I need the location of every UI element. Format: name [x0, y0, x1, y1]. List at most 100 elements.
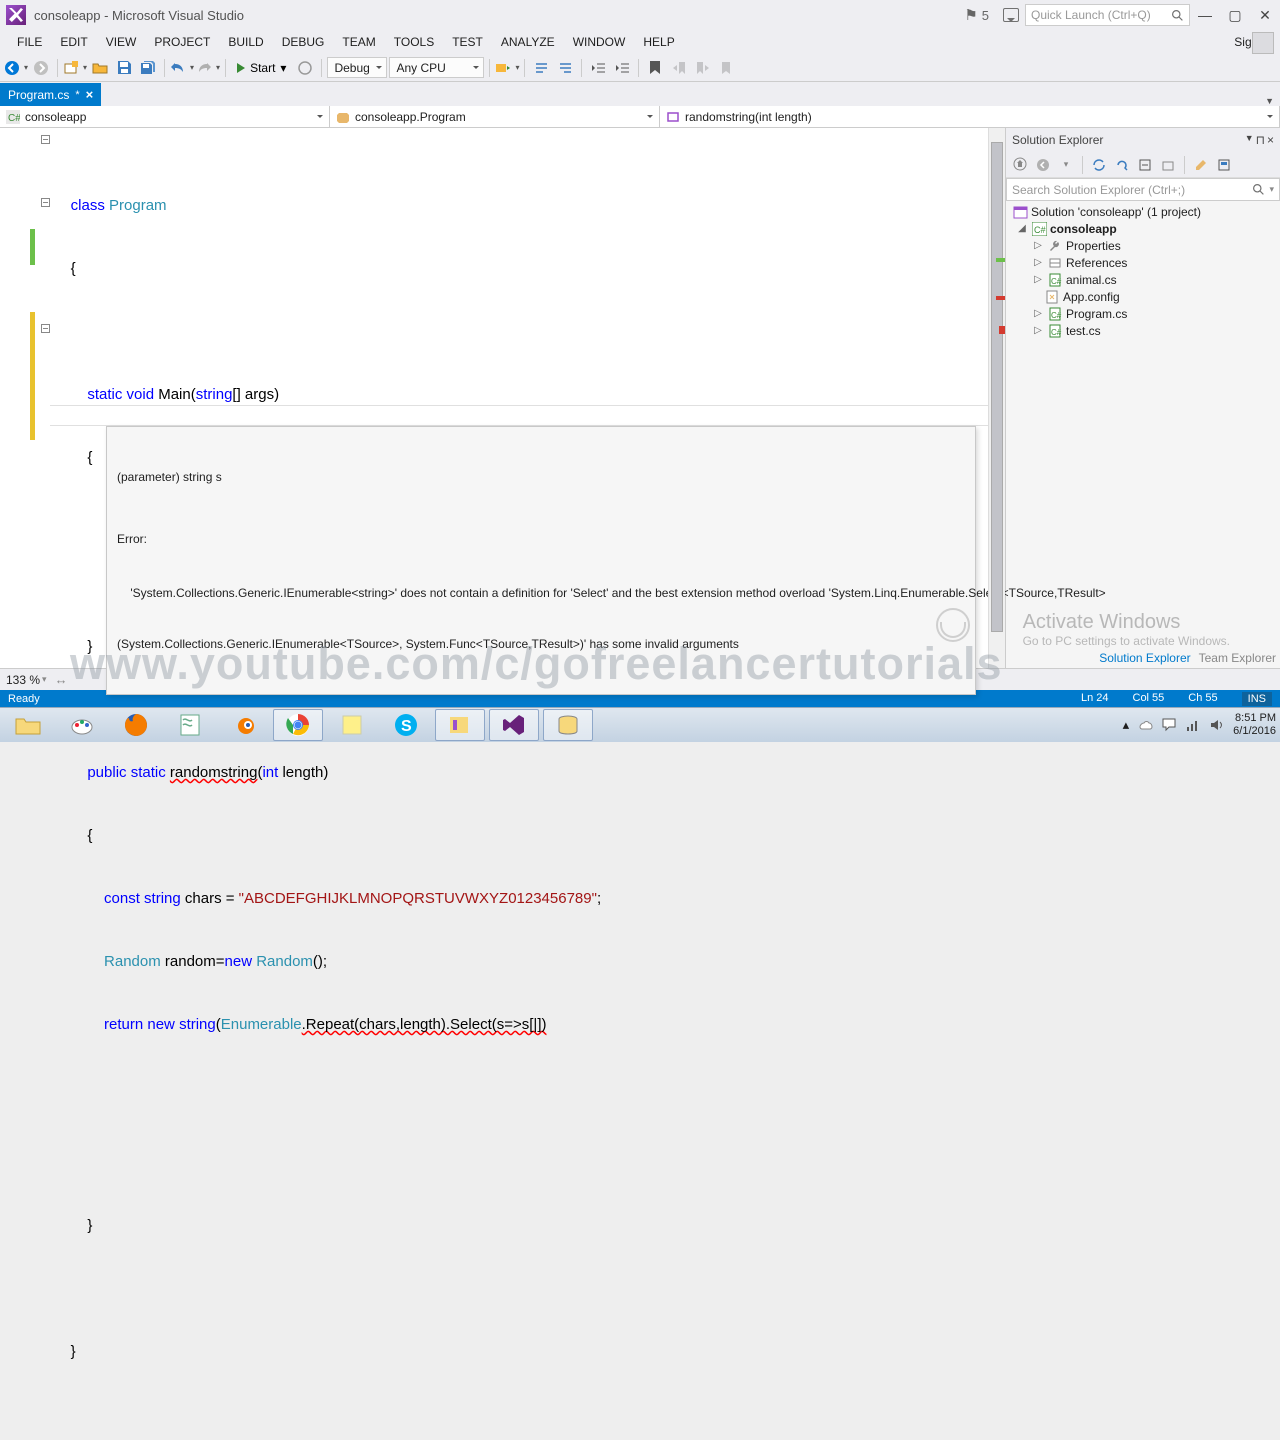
taskbar-explorer[interactable]: [3, 709, 53, 741]
avatar-icon[interactable]: [1252, 32, 1274, 54]
menu-build[interactable]: BUILD: [219, 32, 272, 52]
quick-launch-input[interactable]: Quick Launch (Ctrl+Q): [1025, 4, 1190, 26]
expander-icon[interactable]: ▷: [1032, 240, 1044, 251]
menu-window[interactable]: WINDOW: [564, 32, 635, 52]
expander-icon[interactable]: ▷: [1032, 274, 1044, 285]
solexp-showall-button[interactable]: [1158, 155, 1178, 175]
close-button[interactable]: ✕: [1250, 3, 1280, 27]
bookmark-button[interactable]: [644, 57, 666, 79]
solexp-refresh-button[interactable]: [1112, 155, 1132, 175]
tree-references-node[interactable]: ▷References: [1006, 254, 1280, 271]
menu-team[interactable]: TEAM: [333, 32, 384, 52]
next-bookmark-button[interactable]: [692, 57, 714, 79]
onedrive-icon[interactable]: [1137, 717, 1153, 733]
tree-file-animal[interactable]: ▷C#animal.cs: [1006, 271, 1280, 288]
tree-properties-node[interactable]: ▷Properties: [1006, 237, 1280, 254]
doc-tab-program[interactable]: Program.cs* ×: [0, 83, 101, 106]
notifications-badge[interactable]: ⚑ 5: [956, 6, 997, 24]
expander-icon[interactable]: ▷: [1032, 308, 1044, 319]
nav-type-combo[interactable]: consoleapp.Program: [330, 106, 660, 127]
minimize-button[interactable]: —: [1190, 3, 1220, 27]
tab-overflow-button[interactable]: ▼: [1259, 96, 1280, 106]
panel-pin-icon[interactable]: ⊓: [1256, 133, 1265, 147]
tree-solution-node[interactable]: Solution 'consoleapp' (1 project): [1006, 203, 1280, 220]
increase-indent-button[interactable]: [611, 57, 633, 79]
start-debug-button[interactable]: Start▾: [231, 61, 292, 75]
config-combo[interactable]: Debug: [327, 57, 387, 78]
redo-button[interactable]: ▾: [196, 61, 220, 75]
navigate-back-button[interactable]: ▾: [4, 60, 28, 76]
tab-close-icon[interactable]: ×: [86, 87, 94, 102]
save-all-button[interactable]: [137, 57, 159, 79]
navigate-forward-button[interactable]: [30, 57, 52, 79]
code-surface[interactable]: class Program { static void Main(string[…: [50, 128, 988, 668]
menu-tools[interactable]: TOOLS: [385, 32, 443, 52]
outline-toggle[interactable]: [41, 198, 50, 207]
uncomment-button[interactable]: [554, 57, 576, 79]
tree-file-appconfig[interactable]: App.config: [1006, 288, 1280, 305]
vertical-scrollbar[interactable]: [988, 128, 1005, 668]
platform-combo[interactable]: Any CPU: [389, 57, 484, 78]
action-center-icon[interactable]: [1161, 717, 1177, 733]
new-project-button[interactable]: ▾: [63, 60, 87, 76]
quicklaunch-placeholder: Quick Launch (Ctrl+Q): [1031, 8, 1151, 22]
menu-debug[interactable]: DEBUG: [273, 32, 334, 52]
tray-expand-icon[interactable]: ▴: [1123, 717, 1130, 733]
solexp-collapse-button[interactable]: [1135, 155, 1155, 175]
panel-close-icon[interactable]: ×: [1267, 133, 1274, 147]
status-col: Col 55: [1133, 692, 1165, 706]
menu-project[interactable]: PROJECT: [145, 32, 219, 52]
navigation-bar: C# consoleapp consoleapp.Program randoms…: [0, 106, 1280, 128]
tree-project-node[interactable]: ◢C#consoleapp: [1006, 220, 1280, 237]
solexp-sync-button[interactable]: [1089, 155, 1109, 175]
nav-member-combo[interactable]: randomstring(int length): [660, 106, 1280, 127]
solexp-home-button[interactable]: [1010, 155, 1030, 175]
solexp-tab-team[interactable]: Team Explorer: [1199, 651, 1276, 665]
zoom-control[interactable]: 133 %▾: [6, 673, 47, 687]
menu-help[interactable]: HELP: [634, 32, 683, 52]
tree-file-test[interactable]: ▷C#test.cs: [1006, 322, 1280, 339]
prev-bookmark-button[interactable]: [668, 57, 690, 79]
expander-icon[interactable]: ◢: [1016, 223, 1028, 234]
menu-view[interactable]: VIEW: [97, 32, 146, 52]
expander-icon[interactable]: ▷: [1032, 325, 1044, 336]
undo-button[interactable]: ▾: [170, 61, 194, 75]
panel-dropdown-icon[interactable]: ▼: [1245, 133, 1254, 147]
expander-icon[interactable]: ▷: [1032, 257, 1044, 268]
menu-test[interactable]: TEST: [443, 32, 492, 52]
browser-select-button[interactable]: [294, 57, 316, 79]
tree-file-program[interactable]: ▷C#Program.cs: [1006, 305, 1280, 322]
menu-analyze[interactable]: ANALYZE: [492, 32, 564, 52]
menu-edit[interactable]: EDIT: [51, 32, 96, 52]
clear-bookmarks-button[interactable]: [716, 57, 738, 79]
nav-project-combo[interactable]: C# consoleapp: [0, 106, 330, 127]
volume-icon[interactable]: [1209, 717, 1225, 733]
taskbar-clock[interactable]: 8:51 PM 6/1/2016: [1233, 712, 1276, 737]
maximize-button[interactable]: ▢: [1220, 3, 1250, 27]
comment-button[interactable]: [530, 57, 552, 79]
method-icon: [666, 110, 680, 124]
system-tray[interactable]: ▴ 8:51 PM 6/1/2016: [1123, 712, 1280, 737]
save-button[interactable]: [113, 57, 135, 79]
process-button[interactable]: ▾: [495, 61, 519, 75]
solexp-back-button[interactable]: [1033, 155, 1053, 175]
solexp-forward-button[interactable]: ▾: [1056, 155, 1076, 175]
network-icon[interactable]: [1185, 717, 1201, 733]
csharp-project-icon: C#: [1031, 221, 1047, 236]
csharp-file-icon: C#: [1047, 306, 1063, 321]
nav-member-label: randomstring(int length): [685, 110, 812, 124]
open-file-button[interactable]: [89, 57, 111, 79]
feedback-icon[interactable]: [1003, 8, 1019, 22]
menu-file[interactable]: FILE: [8, 32, 51, 52]
solexp-search-input[interactable]: Search Solution Explorer (Ctrl+;) ▾: [1006, 178, 1280, 201]
outline-toggle[interactable]: [41, 324, 50, 333]
code-editor[interactable]: class Program { static void Main(string[…: [0, 128, 1005, 668]
solexp-titlebar[interactable]: Solution Explorer ▼ ⊓ ×: [1006, 128, 1280, 152]
search-dropdown-icon[interactable]: ▾: [1269, 184, 1274, 195]
decrease-indent-button[interactable]: [587, 57, 609, 79]
solexp-preview-button[interactable]: [1214, 155, 1234, 175]
outline-toggle[interactable]: [41, 135, 50, 144]
status-insert-mode[interactable]: INS: [1242, 692, 1272, 706]
solexp-tab-solution[interactable]: Solution Explorer: [1099, 651, 1190, 665]
solexp-properties-button[interactable]: [1191, 155, 1211, 175]
